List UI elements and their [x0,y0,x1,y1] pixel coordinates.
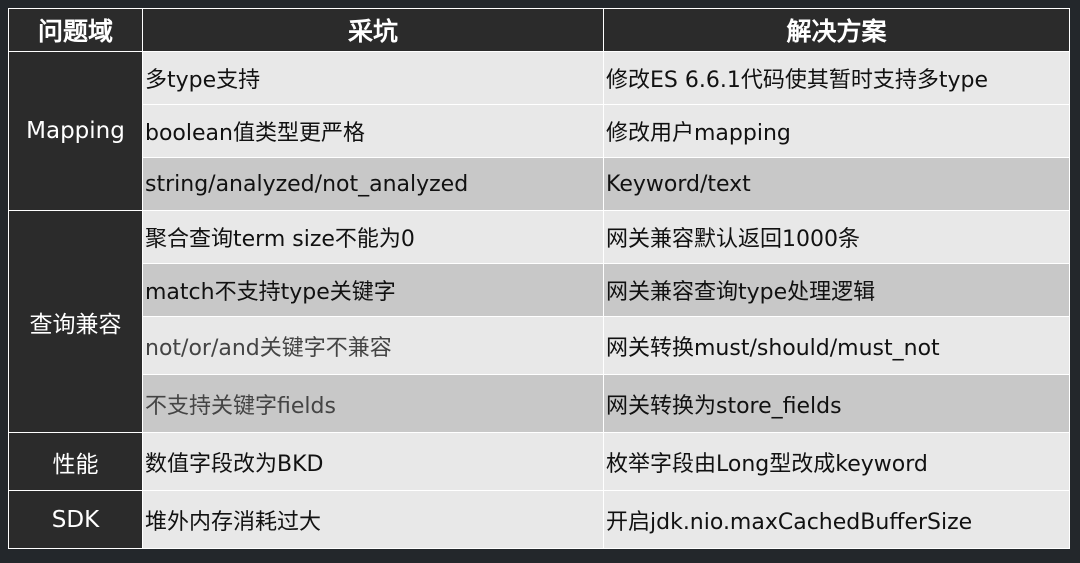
table-row: boolean值类型更严格 修改用户mapping [9,104,1070,158]
table-row: match不支持type关键字 网关兼容查询type处理逻辑 [9,263,1070,317]
table-row: Mapping 多type支持 修改ES 6.6.1代码使其暂时支持多type [8,51,1070,211]
pitfall-cell: 多type支持 [142,51,604,105]
solution-cell: 开启jdk.nio.maxCachedBufferSize [603,490,1070,549]
pitfall-cell: match不支持type关键字 [142,263,604,317]
domain-cell-sdk: SDK [8,490,143,549]
header-pitfall: 采坑 [142,8,604,52]
pitfall-cell: boolean值类型更严格 [142,104,604,158]
solution-cell: 修改ES 6.6.1代码使其暂时支持多type [603,51,1070,105]
table-row: 不支持关键字fields 网关转换为store_fields [9,374,1070,433]
pitfall-cell: 不支持关键字fields [142,374,604,433]
table-row: string/analyzed/not_analyzed Keyword/tex… [9,157,1070,211]
solution-cell: 枚举字段由Long型改成keyword [603,432,1070,491]
domain-cell-query-compat: 查询兼容 [8,210,143,433]
table-row: 查询兼容 聚合查询term size不能为0 网关兼容默认返回1000条 [8,210,1070,433]
solution-cell: 网关兼容默认返回1000条 [603,210,1070,264]
table-row: 性能 数值字段改为BKD 枚举字段由Long型改成keyword [8,432,1070,491]
pitfall-table: 问题域 采坑 解决方案 Mapping 多type支持 修改ES 6.6.1代码… [8,8,1070,549]
header-domain: 问题域 [8,8,143,52]
pitfall-table-container: 问题域 采坑 解决方案 Mapping 多type支持 修改ES 6.6.1代码… [8,8,1070,549]
pitfall-cell: 数值字段改为BKD [142,432,604,491]
header-solution: 解决方案 [603,8,1070,52]
pitfall-cell: 堆外内存消耗过大 [142,490,604,549]
solution-cell: 修改用户mapping [603,104,1070,158]
pitfall-cell: not/or/and关键字不兼容 [142,316,604,375]
solution-cell: 网关转换must/should/must_not [603,316,1070,375]
table-header-row: 问题域 采坑 解决方案 [8,8,1070,52]
table-row: SDK 堆外内存消耗过大 开启jdk.nio.maxCachedBufferSi… [8,490,1070,549]
solution-cell: 网关转换为store_fields [603,374,1070,433]
pitfall-cell: string/analyzed/not_analyzed [142,157,604,211]
domain-cell-performance: 性能 [8,432,143,491]
domain-cell-mapping: Mapping [8,51,143,211]
table-row: not/or/and关键字不兼容 网关转换must/should/must_no… [9,316,1070,375]
solution-cell: Keyword/text [603,157,1070,211]
solution-cell: 网关兼容查询type处理逻辑 [603,263,1070,317]
pitfall-cell: 聚合查询term size不能为0 [142,210,604,264]
